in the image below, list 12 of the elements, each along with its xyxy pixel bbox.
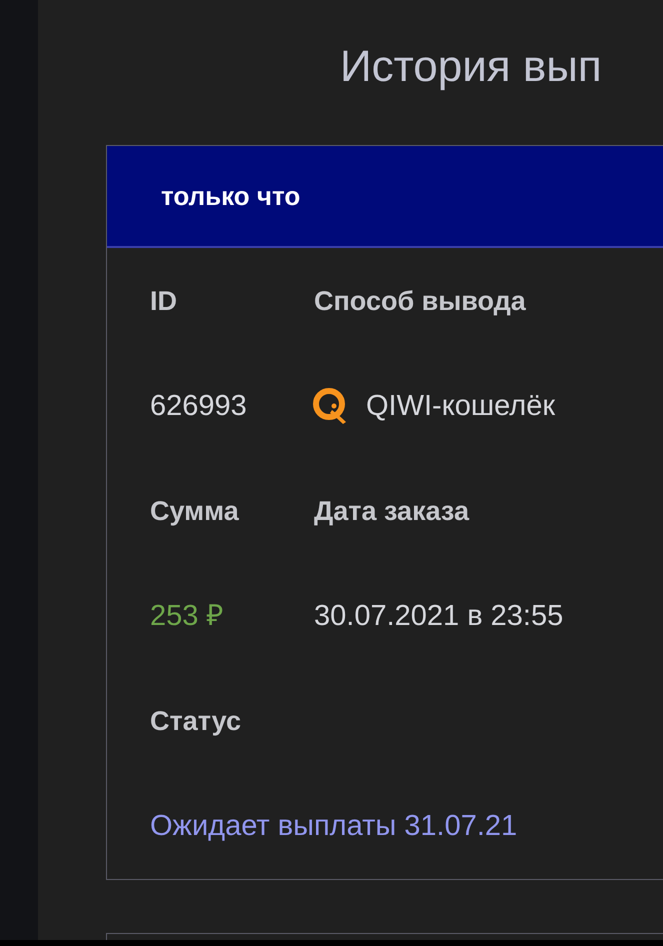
field-value: 30.07.2021 в 23:55 [314,600,564,632]
status-text: Ожидает выплаты 31.07.21 [150,810,518,842]
page-title: История вып [340,42,602,91]
field-value: QIWI-кошелёк [366,388,556,424]
field-label: Способ вывода [314,286,526,316]
field-value: 626993 [150,390,247,422]
header-text: только что [161,180,300,212]
field-label: Дата заказа [314,496,470,526]
field-label: Статус [150,706,241,736]
field-label: Сумма [150,496,239,526]
amount-text: 253 ₽ [150,600,224,632]
field-label: ID [150,286,177,316]
